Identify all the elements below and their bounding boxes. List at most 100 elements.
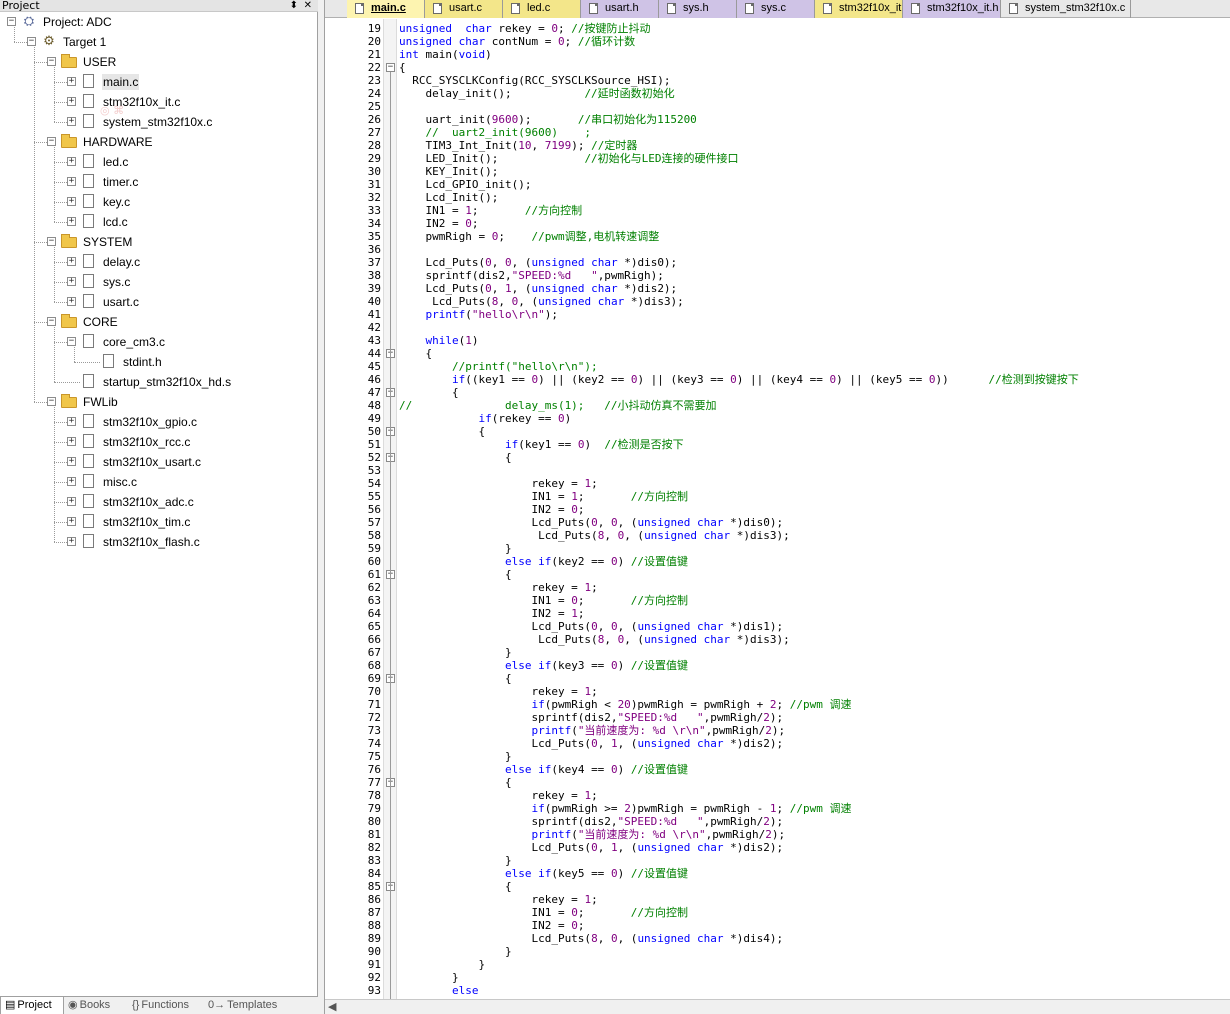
tree-item-stdint-h[interactable]: stdint.h xyxy=(0,352,318,372)
tree-item-fwlib[interactable]: − FWLib xyxy=(0,392,318,412)
tree-item-main-c[interactable]: + main.c xyxy=(0,72,318,92)
editor-tab-stm32f10x-it-h[interactable]: stm32f10x_it.h xyxy=(903,0,1001,18)
collapse-icon[interactable]: − xyxy=(7,17,16,26)
tree-item-core[interactable]: − CORE xyxy=(0,312,318,332)
tree-item-core-cm3-c[interactable]: − core_cm3.c xyxy=(0,332,318,352)
scroll-left-arrow-icon[interactable]: ◀ xyxy=(328,1000,336,1014)
tree-item-timer-c[interactable]: + timer.c xyxy=(0,172,318,192)
expand-icon[interactable]: + xyxy=(67,477,76,486)
horizontal-scrollbar[interactable]: ◀ xyxy=(325,999,1230,1014)
editor-tab-sys-c[interactable]: sys.c xyxy=(737,0,815,18)
tree-item-startup-stm32f10x-hd-s[interactable]: startup_stm32f10x_hd.s xyxy=(0,372,318,392)
code-token: 0 xyxy=(610,659,618,672)
expand-icon[interactable]: + xyxy=(67,77,76,86)
file-icon xyxy=(83,434,94,448)
tree-item-system[interactable]: − SYSTEM xyxy=(0,232,318,252)
editor-tab-system-stm32f10x-c[interactable]: system_stm32f10x.c xyxy=(1001,0,1131,18)
tree-item-key-c[interactable]: + key.c xyxy=(0,192,318,212)
editor-tab-usart-h[interactable]: usart.h xyxy=(581,0,659,18)
tree-item-stm32f10x-adc-c[interactable]: + stm32f10x_adc.c xyxy=(0,492,318,512)
tree-item-stm32f10x-flash-c[interactable]: + stm32f10x_flash.c xyxy=(0,532,318,552)
code-token: *)dis3); xyxy=(730,529,790,542)
tree-item-target-1[interactable]: − ⚙ Target 1 xyxy=(0,32,318,52)
code-token: ,pwmRigh/ xyxy=(705,724,766,737)
panel-tab-books[interactable]: ◉ Books xyxy=(64,997,128,1014)
expand-icon[interactable]: + xyxy=(67,257,76,266)
line-number: 20 xyxy=(367,35,381,48)
file-icon xyxy=(83,374,94,388)
tree-item-project-adc[interactable]: − ⛭ Project: ADC xyxy=(0,12,318,32)
expand-icon[interactable]: + xyxy=(67,277,76,286)
code-lines[interactable]: unsigned char rekey = 0; //按键防止抖动 unsigne… xyxy=(399,19,1230,999)
editor-tab-usart-c[interactable]: usart.c xyxy=(425,0,503,18)
tree-item-led-c[interactable]: + led.c xyxy=(0,152,318,172)
code-token: Lcd_Puts( xyxy=(399,932,592,945)
expand-icon[interactable]: + xyxy=(67,457,76,466)
collapse-icon[interactable]: − xyxy=(47,397,56,406)
tree-item-stm32f10x-tim-c[interactable]: + stm32f10x_tim.c xyxy=(0,512,318,532)
panel-tab-project[interactable]: ▤ Project xyxy=(0,997,64,1014)
fold-collapse-icon[interactable]: − xyxy=(386,63,395,72)
collapse-icon[interactable]: − xyxy=(47,237,56,246)
tree-item-misc-c[interactable]: + misc.c xyxy=(0,472,318,492)
tree-item-system-stm32f10x-c[interactable]: + system_stm32f10x.c xyxy=(0,112,318,132)
code-line: sprintf(dis2,"SPEED:%d ",pwmRigh/2); xyxy=(399,815,783,828)
tree-item-usart-c[interactable]: + usart.c xyxy=(0,292,318,312)
editor-tab-led-c[interactable]: led.c xyxy=(503,0,581,18)
pin-icon[interactable]: ⬍ xyxy=(290,0,298,11)
tree-item-delay-c[interactable]: + delay.c xyxy=(0,252,318,272)
code-area[interactable]: 19 20 21 22 23 24 25 26 27 28 29 30 31 32 33 34 35 36 37 38… xyxy=(325,19,1230,999)
expand-icon[interactable]: + xyxy=(67,217,76,226)
tree-item-stm32f10x-it-c[interactable]: + stm32f10x_it.c xyxy=(0,92,318,112)
collapse-icon[interactable]: − xyxy=(47,317,56,326)
expand-icon[interactable]: + xyxy=(67,97,76,106)
tree-item-hardware[interactable]: − HARDWARE xyxy=(0,132,318,152)
tree-item-stm32f10x-rcc-c[interactable]: + stm32f10x_rcc.c xyxy=(0,432,318,452)
editor-tab-label: sys.c xyxy=(761,2,787,14)
code-token: else if xyxy=(399,659,552,672)
code-token: , ( xyxy=(511,282,532,295)
editor-tab-main-c[interactable]: main.c xyxy=(347,0,425,18)
tree-item-user[interactable]: − USER xyxy=(0,52,318,72)
collapse-icon[interactable]: − xyxy=(67,337,76,346)
expand-icon[interactable]: + xyxy=(67,517,76,526)
expand-icon[interactable]: + xyxy=(67,537,76,546)
code-token: unsigned xyxy=(399,35,452,48)
panel-tab-templates[interactable]: 0→ Templates xyxy=(204,997,288,1014)
expand-icon[interactable]: + xyxy=(67,417,76,426)
expand-icon[interactable]: + xyxy=(67,497,76,506)
code-token: ; xyxy=(577,503,585,516)
tree-item-stm32f10x-gpio-c[interactable]: + stm32f10x_gpio.c xyxy=(0,412,318,432)
tree-item-sys-c[interactable]: + sys.c xyxy=(0,272,318,292)
code-token: 0 xyxy=(591,516,598,529)
collapse-icon[interactable]: − xyxy=(47,137,56,146)
tree-item-label: lcd.c xyxy=(103,215,128,229)
close-icon[interactable]: ✕ xyxy=(304,0,312,11)
panel-tab-functions[interactable]: {} Functions xyxy=(128,997,204,1014)
line-number: 81 xyxy=(367,828,381,841)
expand-icon[interactable]: + xyxy=(67,297,76,306)
collapse-icon[interactable]: − xyxy=(47,57,56,66)
code-token: 0 xyxy=(591,841,598,854)
code-token: char xyxy=(697,737,724,750)
code-token: ); xyxy=(771,724,786,737)
line-number: 39 xyxy=(367,282,381,295)
collapse-icon[interactable]: − xyxy=(27,37,36,46)
code-line: IN2 = 0; xyxy=(399,919,584,932)
code-token: 0 xyxy=(557,35,565,48)
expand-icon[interactable]: + xyxy=(67,177,76,186)
expand-icon[interactable]: + xyxy=(67,197,76,206)
tree-item-lcd-c[interactable]: + lcd.c xyxy=(0,212,318,232)
tree-item-stm32f10x-usart-c[interactable]: + stm32f10x_usart.c xyxy=(0,452,318,472)
code-token: ) || (key4 == xyxy=(736,373,830,386)
expand-icon[interactable]: + xyxy=(67,437,76,446)
line-number: 77 xyxy=(367,776,381,789)
expand-icon[interactable]: + xyxy=(67,117,76,126)
expand-icon[interactable]: + xyxy=(67,157,76,166)
editor-tab-sys-h[interactable]: sys.h xyxy=(659,0,737,18)
code-token: //设置值键 xyxy=(630,867,689,880)
code-token: ; xyxy=(776,802,790,815)
line-number: 44 xyxy=(367,347,381,360)
editor-tab-stm32f10x-it-c[interactable]: stm32f10x_it.c xyxy=(815,0,903,18)
code-token: unsigned xyxy=(637,932,691,945)
